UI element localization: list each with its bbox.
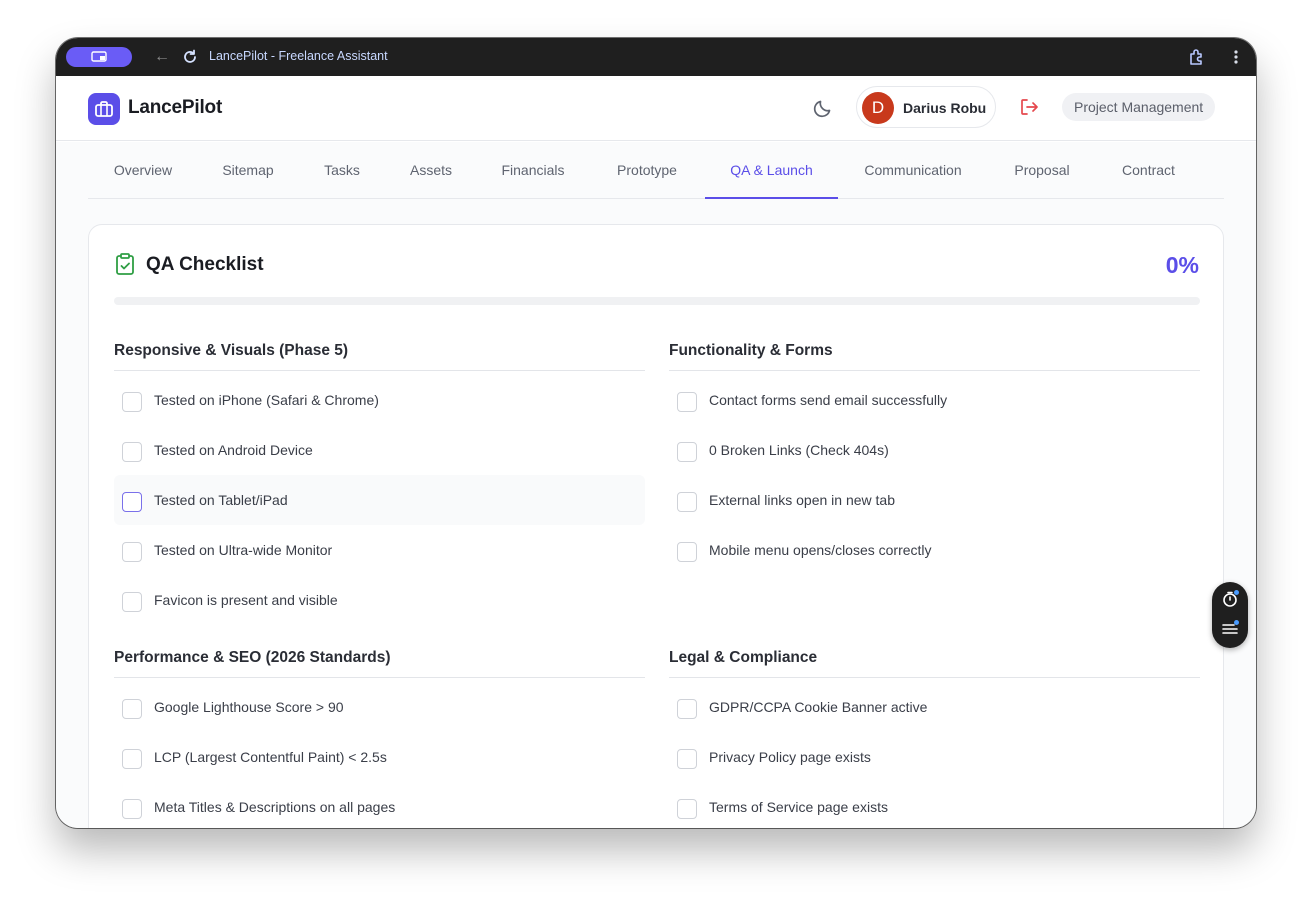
kebab-menu-icon[interactable] — [1228, 47, 1244, 67]
checkbox[interactable] — [122, 592, 142, 612]
floating-toolbar — [1212, 582, 1248, 648]
tab-sitemap[interactable]: Sitemap — [198, 142, 298, 199]
browser-titlebar: ← LancePilot - Freelance Assistant — [56, 38, 1256, 76]
checklist-item-label: 0 Broken Links (Check 404s) — [709, 442, 889, 458]
checklist-item[interactable]: Tested on Ultra-wide Monitor — [114, 525, 645, 575]
checkbox[interactable] — [122, 392, 142, 412]
tab-tasks[interactable]: Tasks — [298, 142, 386, 199]
checklist-item[interactable]: Tested on Tablet/iPad — [114, 475, 645, 525]
section-legal: Legal & Compliance GDPR/CCPA Cookie Bann… — [669, 640, 1200, 828]
checklist-item-label: Terms of Service page exists — [709, 799, 888, 815]
checkbox[interactable] — [122, 442, 142, 462]
section-title: Responsive & Visuals (Phase 5) — [114, 333, 645, 371]
section-performance: Performance & SEO (2026 Standards) Googl… — [114, 640, 645, 828]
reload-icon[interactable] — [180, 47, 200, 67]
checklist-item-label: Tested on Ultra-wide Monitor — [154, 542, 333, 558]
screen-share-button[interactable] — [66, 47, 132, 67]
checkbox[interactable] — [677, 542, 697, 562]
checklist-item-label: Contact forms send email successfully — [709, 392, 948, 408]
back-arrow-icon[interactable]: ← — [152, 47, 172, 67]
app-header: LancePilot D Darius Robu Project Managem… — [56, 76, 1256, 141]
progress-bar — [114, 297, 1200, 305]
tab-communication[interactable]: Communication — [838, 142, 988, 199]
checklist-item[interactable]: GDPR/CCPA Cookie Banner active — [669, 682, 1200, 732]
checklist-item-label: LCP (Largest Contentful Paint) < 2.5s — [154, 749, 387, 765]
checklist-item-label: Tested on iPhone (Safari & Chrome) — [154, 392, 379, 408]
section-title: Performance & SEO (2026 Standards) — [114, 640, 645, 678]
checklist-item[interactable]: Tested on iPhone (Safari & Chrome) — [114, 375, 645, 425]
main-content: Overview Sitemap Tasks Assets Financials… — [56, 142, 1256, 828]
checklist-item-label: Google Lighthouse Score > 90 — [154, 699, 344, 715]
section-functionality: Functionality & Forms Contact forms send… — [669, 333, 1200, 575]
user-menu[interactable]: D Darius Robu — [856, 86, 996, 128]
section-title: Functionality & Forms — [669, 333, 1200, 371]
clipboard-check-icon — [114, 252, 136, 276]
checkbox[interactable] — [677, 492, 697, 512]
timer-icon[interactable] — [1221, 590, 1239, 608]
notification-dot — [1234, 620, 1239, 625]
checklist-item-label: Meta Titles & Descriptions on all pages — [154, 799, 396, 815]
checklist-item-label: Mobile menu opens/closes correctly — [709, 542, 932, 558]
checkbox[interactable] — [677, 392, 697, 412]
context-pill[interactable]: Project Management — [1062, 93, 1216, 121]
notification-dot — [1234, 590, 1239, 595]
tab-bar: Overview Sitemap Tasks Assets Financials… — [88, 142, 1224, 199]
tab-financials[interactable]: Financials — [476, 142, 590, 199]
checklist-item[interactable]: Google Lighthouse Score > 90 — [114, 682, 645, 732]
checkbox[interactable] — [122, 749, 142, 769]
checklist-title: QA Checklist — [146, 254, 264, 275]
user-name: Darius Robu — [903, 100, 987, 116]
checkbox[interactable] — [677, 699, 697, 719]
checkbox[interactable] — [122, 492, 142, 512]
checkbox[interactable] — [122, 699, 142, 719]
checklist-item-label: Tested on Tablet/iPad — [154, 492, 288, 508]
avatar: D — [862, 92, 894, 124]
checklist-item[interactable]: External links open in new tab — [669, 475, 1200, 525]
browser-window: ← LancePilot - Freelance Assistant Lance… — [56, 38, 1256, 828]
brand-name: LancePilot — [128, 97, 223, 118]
checklist-item[interactable]: Meta Titles & Descriptions on all pages — [114, 782, 645, 828]
tab-proposal[interactable]: Proposal — [988, 142, 1096, 199]
checklist-item-label: Tested on Android Device — [154, 442, 313, 458]
checklist-item-label: GDPR/CCPA Cookie Banner active — [709, 699, 928, 715]
checklist-item[interactable]: Favicon is present and visible — [114, 575, 645, 625]
checkbox[interactable] — [677, 442, 697, 462]
checklist-item[interactable]: Mobile menu opens/closes correctly — [669, 525, 1200, 575]
checkbox[interactable] — [122, 542, 142, 562]
checklist-item[interactable]: Contact forms send email successfully — [669, 375, 1200, 425]
section-responsive: Responsive & Visuals (Phase 5) Tested on… — [114, 333, 645, 625]
list-icon[interactable] — [1221, 620, 1239, 638]
moon-icon[interactable] — [812, 97, 834, 119]
qa-checklist-card: QA Checklist 0% Responsive & Visuals (Ph… — [88, 224, 1224, 828]
progress-percent: 0% — [1165, 252, 1199, 278]
checklist-item-label: Favicon is present and visible — [154, 592, 338, 608]
checklist-item[interactable]: Terms of Service page exists — [669, 782, 1200, 828]
browser-tab-title: LancePilot - Freelance Assistant — [209, 49, 388, 63]
tab-overview[interactable]: Overview — [88, 142, 198, 199]
logout-icon[interactable] — [1018, 96, 1040, 118]
tab-prototype[interactable]: Prototype — [590, 142, 704, 199]
section-title: Legal & Compliance — [669, 640, 1200, 678]
checklist-item[interactable]: LCP (Largest Contentful Paint) < 2.5s — [114, 732, 645, 782]
checkbox[interactable] — [122, 799, 142, 819]
checklist-item[interactable]: Tested on Android Device — [114, 425, 645, 475]
tab-qa-launch[interactable]: QA & Launch — [705, 142, 838, 199]
checkbox[interactable] — [677, 749, 697, 769]
tab-contract[interactable]: Contract — [1096, 142, 1201, 199]
checklist-item[interactable]: Privacy Policy page exists — [669, 732, 1200, 782]
tab-assets[interactable]: Assets — [386, 142, 476, 199]
extension-icon[interactable] — [1187, 47, 1207, 67]
checklist-item-label: Privacy Policy page exists — [709, 749, 871, 765]
briefcase-icon — [88, 93, 120, 125]
checkbox[interactable] — [677, 799, 697, 819]
checklist-item[interactable]: 0 Broken Links (Check 404s) — [669, 425, 1200, 475]
checklist-item-label: External links open in new tab — [709, 492, 895, 508]
screen-share-icon — [91, 51, 107, 62]
